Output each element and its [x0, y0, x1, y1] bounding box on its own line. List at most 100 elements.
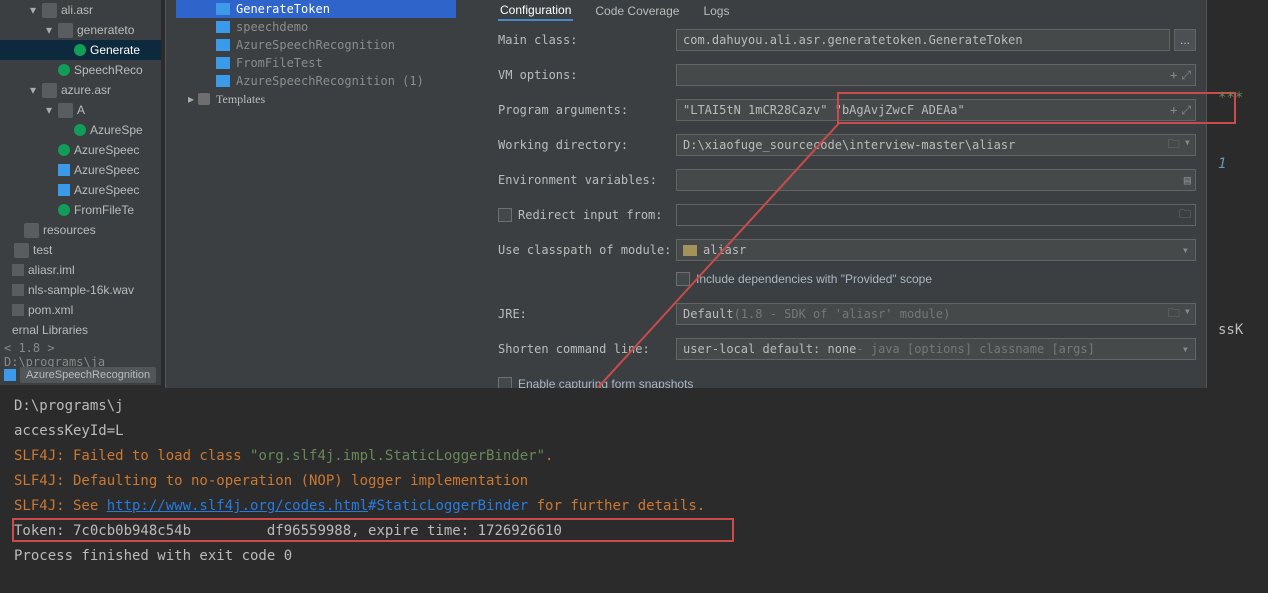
tree-item[interactable]: ▾A — [0, 100, 161, 120]
browse-button[interactable]: ... — [1174, 29, 1196, 51]
java-icon — [58, 144, 70, 156]
tree-item[interactable]: ▾generateto — [0, 20, 161, 40]
tab-code-coverage[interactable]: Code Coverage — [593, 2, 681, 20]
tree-item[interactable]: AzureSpe — [0, 120, 161, 140]
tree-item[interactable]: pom.xml — [0, 300, 161, 320]
redirect-checkbox[interactable] — [498, 208, 512, 222]
env-vars-label: Environment variables: — [498, 173, 676, 187]
tree-item[interactable]: Generate — [0, 40, 161, 60]
tree-item[interactable]: nls-sample-16k.wav — [0, 280, 161, 300]
chevron-down-icon[interactable]: ▾ — [1184, 135, 1191, 156]
jre-select[interactable]: Default (1.8 - SDK of 'aliasr' module)🗀▾ — [676, 303, 1196, 325]
classpath-label: Use classpath of module: — [498, 243, 676, 257]
main-class-input[interactable]: com.dahuyou.ali.asr.generatetoken.Genera… — [676, 29, 1170, 51]
file-icon — [12, 264, 24, 276]
classpath-select[interactable]: aliasr▾ — [676, 239, 1196, 261]
folder-icon — [58, 103, 73, 118]
java-icon — [74, 44, 86, 56]
editor-tab[interactable]: AzureSpeechRecognition — [20, 367, 156, 383]
tree-item[interactable]: SpeechReco — [0, 60, 161, 80]
console-line: SLF4J: See http://www.slf4j.org/codes.ht… — [14, 494, 1254, 519]
jre-label: JRE: — [498, 307, 676, 321]
console-line: SLF4J: Failed to load class "org.slf4j.i… — [14, 444, 1254, 469]
include-deps-checkbox[interactable] — [676, 272, 690, 286]
program-args-label: Program arguments: — [498, 103, 676, 117]
tree-item[interactable]: AzureSpeec — [0, 140, 161, 160]
chevron-down-icon: ▾ — [1182, 342, 1189, 356]
app-icon — [216, 39, 230, 51]
tree-item[interactable]: AzureSpeec — [0, 180, 161, 200]
tree-item[interactable]: AzureSpeec — [0, 160, 161, 180]
main-class-label: Main class: — [498, 33, 676, 47]
wrench-icon — [198, 93, 210, 105]
run-config-list[interactable]: GenerateTokenspeechdemoAzureSpeechRecogn… — [176, 0, 456, 108]
add-icon[interactable]: + — [1170, 103, 1177, 118]
tree-item[interactable]: FromFileTe — [0, 200, 161, 220]
run-config-item[interactable]: FromFileTest — [176, 54, 456, 72]
slf4j-link[interactable]: http://www.slf4j.org/codes.html — [107, 498, 368, 514]
env-vars-input[interactable]: ▤ — [676, 169, 1196, 191]
redirect-input: 🗀 — [676, 204, 1196, 226]
tab-configuration[interactable]: Configuration — [498, 1, 573, 21]
chevron-down-icon: ▾ — [1182, 243, 1189, 257]
config-form: Main class: com.dahuyou.ali.asr.generate… — [498, 28, 1196, 407]
console-line: Process finished with exit code 0 — [14, 544, 1254, 569]
java-icon — [74, 124, 86, 136]
kot-icon — [58, 164, 70, 176]
module-icon — [683, 245, 697, 256]
project-tree[interactable]: ▾ali.asr▾generatetoGenerateSpeechReco▾az… — [0, 0, 161, 385]
folder-icon — [58, 23, 73, 38]
folder-icon: 🗀 — [1179, 205, 1191, 226]
file-icon — [4, 369, 16, 381]
editor-peek: *** 1 ssK — [1218, 60, 1268, 338]
expand-icon[interactable]: ⤢ — [1181, 68, 1191, 83]
add-icon[interactable]: + — [1170, 68, 1177, 83]
folder-icon[interactable]: 🗀 — [1168, 304, 1180, 325]
chevron-down-icon[interactable]: ▾ — [1184, 304, 1191, 325]
app-icon — [216, 3, 230, 15]
expand-icon[interactable]: ⤢ — [1181, 103, 1191, 118]
folder-icon — [24, 223, 39, 238]
editor-tabs[interactable]: AzureSpeechRecognition — [0, 365, 161, 385]
run-config-item[interactable]: AzureSpeechRecognition (1) — [176, 72, 456, 90]
shorten-select[interactable]: user-local default: none - java [options… — [676, 338, 1196, 360]
vm-options-input[interactable]: +⤢ — [676, 64, 1196, 86]
app-icon — [216, 75, 230, 87]
vm-options-label: VM options: — [498, 68, 676, 82]
run-config-item[interactable]: speechdemo — [176, 18, 456, 36]
shorten-label: Shorten command line: — [498, 342, 676, 356]
tree-item[interactable]: ▾ali.asr — [0, 0, 161, 20]
kot-icon — [58, 184, 70, 196]
tree-item[interactable]: resources — [0, 220, 161, 240]
tab-logs[interactable]: Logs — [701, 2, 731, 20]
config-tabs[interactable]: Configuration Code Coverage Logs — [498, 0, 731, 22]
list-icon[interactable]: ▤ — [1184, 173, 1191, 187]
file-icon — [12, 284, 24, 296]
breadcrumb: < 1.8 > D:\programs\ja — [0, 344, 161, 366]
java-icon — [58, 64, 70, 76]
folder-icon — [42, 83, 57, 98]
templates-item[interactable]: ▸Templates — [176, 90, 456, 108]
tree-item[interactable]: test — [0, 240, 161, 260]
file-icon — [12, 304, 24, 316]
tree-item[interactable]: ▾azure.asr — [0, 80, 161, 100]
tree-item[interactable]: aliasr.iml — [0, 260, 161, 280]
app-icon — [216, 21, 230, 33]
console-line: SLF4J: Defaulting to no-operation (NOP) … — [14, 469, 1254, 494]
run-config-item[interactable]: AzureSpeechRecognition — [176, 36, 456, 54]
program-args-input[interactable]: "LTAI5tN 1mCR28Cazv" "bAgAvjZwcF ADEAa" … — [676, 99, 1196, 121]
folder-icon — [42, 3, 57, 18]
folder-icon — [14, 243, 29, 258]
run-config-dialog: GenerateTokenspeechdemoAzureSpeechRecogn… — [165, 0, 1207, 432]
include-deps-label: Include dependencies with "Provided" sco… — [696, 272, 932, 286]
console-line: D:\programs\j — [14, 394, 1254, 419]
console-line: accessKeyId=L — [14, 419, 1254, 444]
java-icon — [58, 204, 70, 216]
tree-item[interactable]: ernal Libraries — [0, 320, 161, 340]
folder-icon[interactable]: 🗀 — [1168, 135, 1180, 156]
run-config-item[interactable]: GenerateToken — [176, 0, 456, 18]
working-dir-input[interactable]: D:\xiaofuge_sourcecode\interview-master\… — [676, 134, 1196, 156]
redirect-label: Redirect input from: — [518, 208, 663, 222]
working-dir-label: Working directory: — [498, 138, 676, 152]
console-output[interactable]: D:\programs\j accessKeyId=L SLF4J: Faile… — [0, 388, 1268, 593]
